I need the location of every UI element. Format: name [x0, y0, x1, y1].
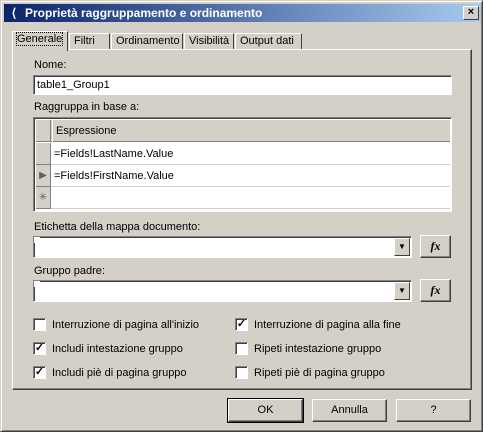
doc-map-value: [34, 237, 40, 243]
close-button[interactable]: ×: [463, 6, 479, 20]
chevron-down-icon[interactable]: ▼: [394, 282, 410, 300]
group-expressions-grid: Espressione =Fields!LastName.Value ▶ =Fi…: [33, 117, 452, 212]
check-icon[interactable]: ✓: [33, 366, 46, 379]
help-button[interactable]: ?: [396, 399, 471, 422]
app-icon: ⟨: [11, 6, 17, 20]
check-icon[interactable]: ✓: [33, 342, 46, 355]
column-header-expression: Espressione: [52, 120, 450, 142]
parent-group-label: Gruppo padre:: [34, 265, 105, 277]
parent-group-value: [34, 281, 40, 287]
tab-ordinamento[interactable]: Ordinamento: [111, 33, 183, 50]
expression-cell[interactable]: =Fields!LastName.Value: [52, 143, 450, 165]
dialog-window: ⟨ Proprietà raggruppamento e ordinamento…: [0, 0, 483, 432]
checkbox-box[interactable]: [235, 342, 248, 355]
tab-output-dati[interactable]: Output dati: [235, 33, 302, 50]
current-row-icon[interactable]: ▶: [36, 165, 51, 187]
grid-header: Espressione: [36, 120, 450, 142]
new-row-icon[interactable]: ✳: [36, 187, 51, 209]
window-title: Proprietà raggruppamento e ordinamento: [25, 6, 263, 20]
grid-corner: [36, 120, 51, 142]
tab-filtri[interactable]: Filtri: [69, 33, 110, 50]
tab-panel-generale: Nome: table1_Group1 Raggruppa in base a:…: [12, 49, 472, 390]
group-by-label: Raggruppa in base a:: [34, 101, 140, 113]
doc-map-label: Etichetta della mappa documento:: [34, 221, 201, 233]
doc-map-fx-button[interactable]: fx: [420, 235, 451, 258]
name-field[interactable]: table1_Group1: [33, 75, 452, 95]
checkbox-box[interactable]: [235, 366, 248, 379]
parent-group-combo[interactable]: ▼: [33, 280, 412, 302]
name-label: Nome:: [34, 59, 67, 71]
table-row[interactable]: =Fields!LastName.Value: [36, 143, 450, 165]
table-row[interactable]: ▶ =Fields!FirstName.Value: [36, 165, 450, 187]
tab-generale[interactable]: Generale: [12, 31, 68, 51]
expression-cell[interactable]: =Fields!FirstName.Value: [52, 165, 450, 187]
doc-map-combo[interactable]: ▼: [33, 236, 412, 258]
parent-group-fx-button[interactable]: fx: [420, 279, 451, 302]
row-selector[interactable]: [36, 143, 51, 165]
expression-cell[interactable]: [52, 187, 450, 209]
checkbox-box[interactable]: [33, 318, 46, 331]
title-bar: ⟨ Proprietà raggruppamento e ordinamento…: [4, 4, 481, 22]
table-row[interactable]: ✳: [36, 187, 450, 209]
chevron-down-icon[interactable]: ▼: [394, 238, 410, 256]
cancel-button[interactable]: Annulla: [312, 399, 387, 422]
ok-button[interactable]: OK: [227, 398, 304, 423]
check-icon[interactable]: ✓: [235, 318, 248, 331]
tab-visibilita[interactable]: Visibilità: [184, 33, 234, 50]
